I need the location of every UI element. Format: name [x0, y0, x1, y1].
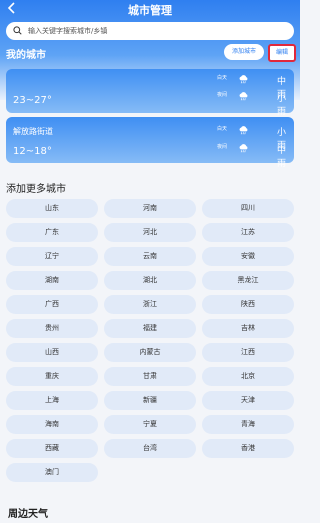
temperature-range: 23~27°	[13, 95, 52, 106]
province-chip[interactable]: 黑龙江	[202, 271, 294, 290]
province-chip[interactable]: 广东	[6, 223, 98, 242]
province-chip[interactable]: 福建	[104, 319, 196, 338]
province-chip[interactable]: 内蒙古	[104, 343, 196, 362]
night-condition: 小雨	[277, 94, 287, 117]
search-input[interactable]	[28, 22, 283, 40]
province-chip[interactable]: 上海	[6, 391, 98, 410]
rain-cloud-icon	[239, 144, 248, 153]
province-chip[interactable]: 青海	[202, 415, 294, 434]
search-icon	[13, 26, 22, 35]
city-weather-card[interactable]: 解放路街道 12~18° 白天 小雨 夜间 中雨	[6, 117, 294, 169]
province-chip[interactable]: 浙江	[104, 295, 196, 314]
nearby-weather-heading: 周边天气	[8, 509, 48, 520]
province-chip[interactable]: 云南	[104, 247, 196, 266]
province-chip[interactable]: 甘肃	[104, 367, 196, 386]
province-chip[interactable]: 重庆	[6, 367, 98, 386]
province-chip[interactable]: 澳门	[6, 463, 98, 482]
rain-cloud-icon	[239, 75, 248, 84]
rain-cloud-icon	[239, 92, 248, 101]
province-chip[interactable]: 香港	[202, 439, 294, 458]
province-chip[interactable]: 河北	[104, 223, 196, 242]
province-chip[interactable]: 山东	[6, 199, 98, 218]
city-weather-card[interactable]: 23~27° 白天 中雨 夜间 小雨	[6, 69, 294, 117]
province-chip[interactable]: 海南	[6, 415, 98, 434]
province-chip[interactable]: 贵州	[6, 319, 98, 338]
province-chip[interactable]: 山西	[6, 343, 98, 362]
search-bar[interactable]	[6, 22, 294, 40]
province-chip[interactable]: 辽宁	[6, 247, 98, 266]
province-chip[interactable]: 四川	[202, 199, 294, 218]
night-label: 夜间	[217, 144, 228, 150]
province-chip[interactable]: 湖南	[6, 271, 98, 290]
edit-button[interactable]: 编辑	[268, 44, 296, 62]
page-title: 城市管理	[128, 4, 172, 17]
my-city-heading: 我的城市	[6, 50, 46, 61]
province-chip[interactable]: 湖北	[104, 271, 196, 290]
province-chip[interactable]: 宁夏	[104, 415, 196, 434]
day-label: 白天	[217, 126, 228, 132]
add-city-button[interactable]: 添加城市	[224, 44, 264, 60]
night-label: 夜间	[217, 92, 228, 98]
province-chip[interactable]: 西藏	[6, 439, 98, 458]
province-chip[interactable]: 天津	[202, 391, 294, 410]
city-name: 解放路街道	[13, 127, 53, 136]
province-chip[interactable]: 新疆	[104, 391, 196, 410]
day-label: 白天	[217, 75, 228, 81]
province-chip[interactable]: 河南	[104, 199, 196, 218]
province-chip[interactable]: 广西	[6, 295, 98, 314]
province-chip[interactable]: 吉林	[202, 319, 294, 338]
rain-cloud-icon	[239, 126, 248, 135]
province-chip[interactable]: 安徽	[202, 247, 294, 266]
province-chip[interactable]: 江西	[202, 343, 294, 362]
navbar: 城市管理	[0, 0, 300, 18]
temperature-range: 12~18°	[13, 146, 52, 157]
province-chip[interactable]: 台湾	[104, 439, 196, 458]
province-chip[interactable]: 江苏	[202, 223, 294, 242]
night-condition: 中雨	[277, 146, 287, 169]
province-chip[interactable]: 北京	[202, 367, 294, 386]
add-more-heading: 添加更多城市	[6, 184, 66, 195]
province-chip[interactable]: 陕西	[202, 295, 294, 314]
